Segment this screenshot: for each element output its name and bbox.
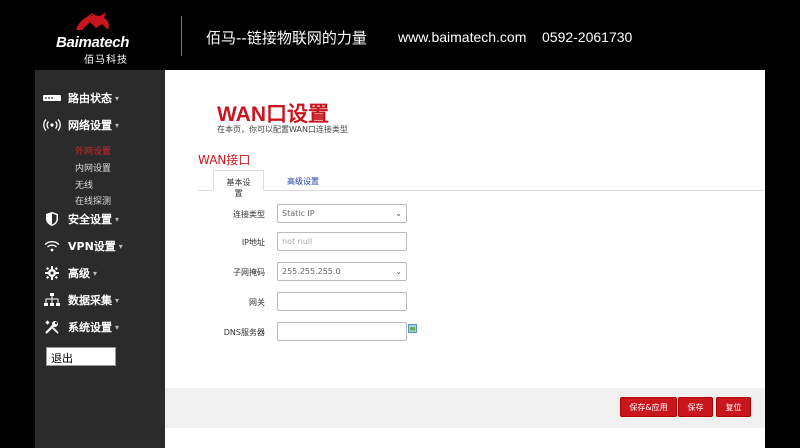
sidebar-item-label: 系统设置 [68,321,112,334]
section-title: WAN接口 [198,153,251,167]
tools-icon [43,319,61,335]
website-text: www.baimatech.com [398,29,527,45]
gateway-label: 网关 [249,298,265,307]
phone-text: 0592-2061730 [542,29,633,45]
page-description: 在本页，你可以配置WAN口连接类型 [217,125,348,134]
save-apply-button[interactable]: 保存&应用 [620,397,677,417]
caret-down-icon: ▾ [118,241,123,251]
sidebar: 路由状态 ▾ 网络设置 ▾ 外网设置 内网设置 无线 在线探测 安全设置 ▾ V… [35,70,165,448]
add-dns-icon[interactable] [408,324,417,333]
ip-address-input[interactable]: not null [277,232,407,251]
save-button[interactable]: 保存 [678,397,713,417]
chevron-down-icon: ⌄ [395,267,402,276]
tab-advanced-settings[interactable]: 高级设置 [277,170,329,191]
horse-logo-icon [76,12,109,30]
dns-server-input[interactable] [277,322,407,341]
network-nodes-icon [43,292,61,308]
ip-address-label: IP地址 [241,238,265,247]
sidebar-item-vpn[interactable]: VPN设置 ▾ [35,236,165,256]
sidebar-item-label: VPN设置 [68,240,116,253]
caret-down-icon: ▾ [115,295,120,305]
connection-type-label: 连接类型 [233,210,265,219]
sidebar-subitem-wan[interactable]: 外网设置 [75,144,111,157]
sidebar-item-security[interactable]: 安全设置 ▾ [35,209,165,229]
sidebar-item-data-collection[interactable]: 数据采集 ▾ [35,290,165,310]
logout-button[interactable]: 退出 [46,347,116,366]
caret-down-icon: ▾ [115,322,120,332]
sidebar-item-advanced[interactable]: 高级 ▾ [35,263,165,283]
sidebar-subitem-online-detect[interactable]: 在线探测 [75,194,111,207]
right-margin [765,70,800,448]
caret-down-icon: ▾ [115,93,120,103]
caret-down-icon: ▾ [115,214,120,224]
reset-button[interactable]: 复位 [716,397,751,417]
sidebar-item-label: 安全设置 [68,213,112,226]
main-content: WAN口设置 在本页，你可以配置WAN口连接类型 WAN接口 基本设置 高级设置… [165,70,765,448]
sidebar-item-label: 路由状态 [68,92,112,105]
dns-server-label: DNS服务器 [223,328,265,337]
gateway-input[interactable] [277,292,407,311]
sidebar-item-label: 数据采集 [68,294,112,307]
tab-basic-settings[interactable]: 基本设置 [213,170,264,198]
logo[interactable]: Baimatech 佰马科技 [56,8,130,66]
sidebar-item-system-settings[interactable]: 系统设置 ▾ [35,317,165,337]
header: Baimatech 佰马科技 佰马--链接物联网的力量 www.baimatec… [0,0,800,70]
wireless-signal-icon [43,117,61,133]
slogan: 佰马--链接物联网的力量 [206,29,367,47]
chevron-down-icon: ⌄ [395,209,402,218]
sidebar-item-label: 高级 [68,267,90,280]
sidebar-subitem-lan[interactable]: 内网设置 [75,161,111,174]
shield-icon [43,211,61,227]
sidebar-subitem-wireless[interactable]: 无线 [75,178,93,191]
sidebar-item-label: 网络设置 [68,119,112,132]
wifi-icon [43,238,61,254]
header-divider [181,16,182,56]
logo-text-en: Baimatech [56,34,130,51]
logo-text-cn: 佰马科技 [84,55,128,66]
caret-down-icon: ▾ [93,268,98,278]
subnet-mask-label: 子网掩码 [233,268,265,277]
gear-icon [43,265,61,281]
router-icon [43,90,61,106]
caret-down-icon: ▾ [115,120,120,130]
subnet-mask-value: 255.255.255.0 [282,267,341,276]
connection-type-select[interactable]: Static IP ⌄ [277,204,407,223]
connection-type-value: Static IP [282,209,315,218]
sidebar-item-network-settings[interactable]: 网络设置 ▾ [35,115,165,135]
subnet-mask-select[interactable]: 255.255.255.0 ⌄ [277,262,407,281]
sidebar-item-router-status[interactable]: 路由状态 ▾ [35,88,165,108]
